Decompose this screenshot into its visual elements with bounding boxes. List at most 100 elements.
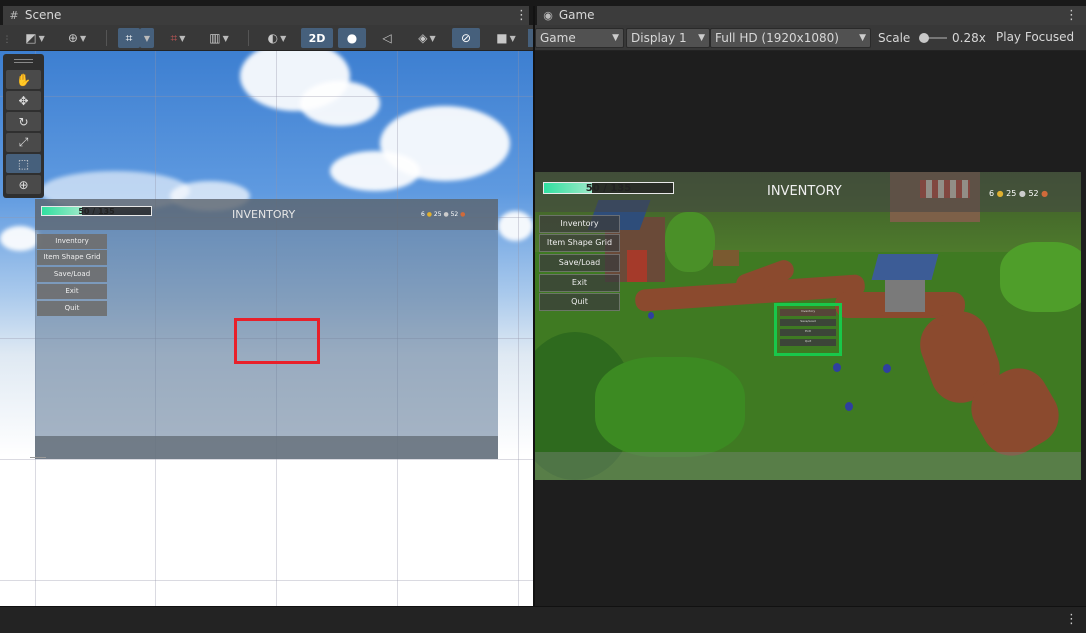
play-mode-dropdown[interactable]: Play Focused xyxy=(992,28,1078,48)
grid-line xyxy=(0,96,533,97)
scene-health-bar: 50 / 135 xyxy=(41,206,152,216)
shading-mode-dropdown[interactable]: ◐ ▼ xyxy=(258,28,296,48)
scene-health-text: 50 / 135 xyxy=(78,207,115,216)
game-hud-counters: 6 ● 25 ● 52 ● xyxy=(989,189,1048,198)
globe-icon: ⊕ xyxy=(67,31,78,45)
2d-mode-button[interactable]: 2D xyxy=(301,28,333,48)
draw-mode-dropdown[interactable]: ◩ ▼ xyxy=(16,28,54,48)
hand-tool-button[interactable]: ✋ xyxy=(6,70,41,89)
tab-scene-label: Scene xyxy=(24,8,62,22)
chevron-down-icon: ▼ xyxy=(143,33,151,43)
well-roof xyxy=(871,254,939,280)
blue-collectible xyxy=(845,402,853,411)
chevron-down-icon: ▼ xyxy=(509,33,516,43)
camera-settings-dropdown[interactable]: ■ ▼ xyxy=(486,28,526,48)
display-dropdown[interactable]: Display 1 ▼ xyxy=(626,28,710,48)
game-hud-footer xyxy=(535,452,1081,480)
grid-snap-button[interactable]: ⌗ xyxy=(118,28,140,48)
scale-label: Scale xyxy=(878,31,911,45)
bottom-panel-strip xyxy=(0,606,1086,633)
resolution-dropdown-value: Full HD (1920x1080) xyxy=(715,31,839,45)
scene-viewport[interactable]: 50 / 135 INVENTORY 6 ● 25 ● 52 ● Invento… xyxy=(0,51,533,606)
scene-hud-footer xyxy=(35,436,498,459)
increment-snap-dropdown[interactable]: ⌗ ▼ xyxy=(160,28,196,48)
camera-icon: ■ xyxy=(496,31,508,45)
scale-icon: ⤢ xyxy=(18,135,29,149)
gamepad-icon: ◉ xyxy=(543,9,553,22)
bottom-more-menu-icon[interactable]: ⋮ xyxy=(1065,610,1078,629)
game-hud-title: INVENTORY xyxy=(767,184,842,199)
game-health-bar: 50 / 135 xyxy=(543,182,674,194)
game-menu-button-exit[interactable]: Exit xyxy=(539,274,620,292)
lighting-toggle-button[interactable]: ● xyxy=(338,28,366,48)
scene-counter-2: 25 xyxy=(433,211,442,218)
move-tool-button[interactable]: ✥ xyxy=(6,91,41,110)
chevron-down-icon: ▼ xyxy=(38,33,45,43)
scene-toolbar: ⋮ ◩ ▼ ⊕ ▼ ⌗ ▼ ⌗ ▼ ▥ ▼ ◐ ▼ 2D ● ◁ ◈ ▼ ⊘ ■ ▼ xyxy=(0,25,533,51)
scene-hud-counters: 6 ● 25 ● 52 ● xyxy=(421,211,465,218)
scene-menu-button-quit[interactable]: Quit xyxy=(37,301,107,316)
grid-icon: # xyxy=(9,9,19,22)
global-toggle-dropdown[interactable]: ⊕ ▼ xyxy=(58,28,96,48)
canvas-origin-marker xyxy=(30,457,46,458)
scene-menu-button-exit[interactable]: Exit xyxy=(37,284,107,299)
toolbar-divider xyxy=(248,30,249,46)
cloud xyxy=(330,151,420,191)
game-counter-2: 25 xyxy=(1006,189,1017,198)
treasure-chest xyxy=(713,250,739,266)
rotate-icon: ↻ xyxy=(18,114,29,129)
game-menu-button-quit[interactable]: Quit xyxy=(539,293,620,311)
scene-menu-button-save-load[interactable]: Save/Load xyxy=(37,267,107,282)
game-more-menu-icon[interactable]: ⋮ xyxy=(1065,6,1078,25)
chevron-down-icon: ▼ xyxy=(79,33,87,43)
chevron-down-icon: ▼ xyxy=(859,33,866,43)
resolution-dropdown[interactable]: Full HD (1920x1080) ▼ xyxy=(710,28,871,48)
game-health-text: 50 / 135 xyxy=(585,183,632,194)
grid-snap-dropdown[interactable]: ▼ xyxy=(140,28,154,48)
overlay-grip-icon[interactable] xyxy=(14,59,33,60)
tab-game-label: Game xyxy=(558,8,595,22)
scale-slider-thumb[interactable] xyxy=(918,33,929,43)
grid-line xyxy=(0,580,533,581)
scene-menu-button-inventory[interactable]: Inventory xyxy=(37,234,107,249)
chevron-down-icon: ▼ xyxy=(280,33,287,43)
effects-dropdown[interactable]: ◈ ▼ xyxy=(408,28,446,48)
mini-menu-button: Quit xyxy=(780,339,836,346)
scene-more-menu-icon[interactable]: ⋮ xyxy=(515,6,528,25)
game-menu-button-save-load[interactable]: Save/Load xyxy=(539,254,620,272)
chevron-down-icon: ▼ xyxy=(222,33,229,43)
grass-patch xyxy=(595,357,745,457)
grid-snap-icon: ⌗ xyxy=(125,30,133,45)
transform-tool-button[interactable]: ⊕ xyxy=(6,175,41,194)
increment-snap-icon: ⌗ xyxy=(170,30,178,45)
selected-rect-outline[interactable] xyxy=(234,318,320,364)
scale-control: Scale 0.28x xyxy=(871,28,992,48)
rotate-tool-button[interactable]: ↻ xyxy=(6,112,41,131)
lightbulb-icon: ● xyxy=(346,31,358,45)
transform-icon: ⊕ xyxy=(18,177,29,192)
game-menu-button-inventory[interactable]: Inventory xyxy=(539,215,620,233)
blue-collectible xyxy=(833,363,841,372)
mini-menu-button: Inventory xyxy=(780,309,836,316)
game-viewport[interactable]: 50 / 135 INVENTORY 6 ● 25 ● 52 ● Invento… xyxy=(535,172,1081,480)
play-mode-value: Play Focused xyxy=(996,30,1075,44)
scale-tool-button[interactable]: ⤢ xyxy=(6,133,41,152)
grass-patch xyxy=(665,212,715,272)
toolbar-grip-icon: ⋮ xyxy=(2,35,12,45)
tab-scene[interactable]: # Scene xyxy=(3,6,529,25)
house-door xyxy=(627,250,647,282)
chevron-down-icon: ▼ xyxy=(179,33,186,43)
game-menu-button-item-shape-grid[interactable]: Item Shape Grid xyxy=(539,234,620,252)
grid-visibility-dropdown[interactable]: ▥ ▼ xyxy=(200,28,238,48)
chevron-down-icon: ▼ xyxy=(429,33,436,43)
hand-icon: ✋ xyxy=(16,72,31,87)
scene-hud-title: INVENTORY xyxy=(232,208,296,221)
display-dropdown-value: Display 1 xyxy=(631,31,687,45)
scene-menu-button-item-shape-grid[interactable]: Item Shape Grid xyxy=(37,250,107,265)
audio-toggle-button[interactable]: ◁ xyxy=(374,28,400,48)
tab-game[interactable]: ◉ Game xyxy=(537,6,1086,25)
rect-tool-button[interactable]: ⬚ xyxy=(6,154,41,173)
hidden-objects-toggle-button[interactable]: ⊘ xyxy=(452,28,480,48)
view-dropdown[interactable]: Game ▼ xyxy=(535,28,624,48)
gem-icon: ● xyxy=(1016,189,1029,198)
